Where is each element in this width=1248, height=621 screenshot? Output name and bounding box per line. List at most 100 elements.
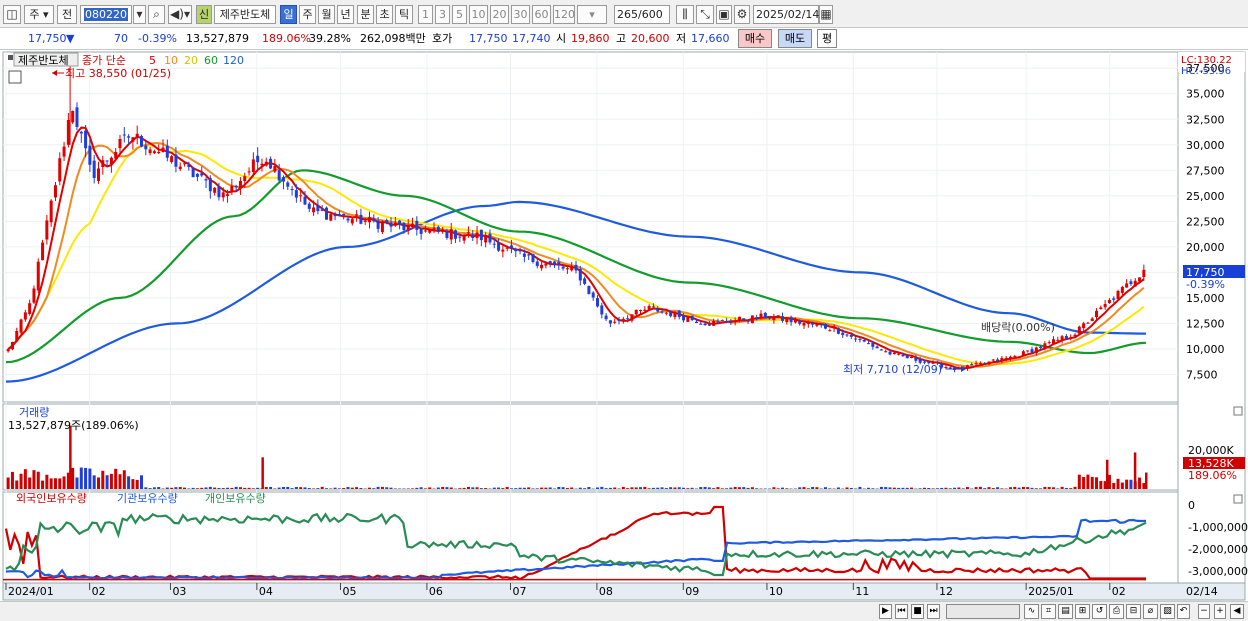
volume-bar [643, 486, 647, 489]
period-minute[interactable]: 분 [357, 5, 374, 24]
volume-bar [281, 486, 285, 489]
candle-body [776, 315, 780, 319]
candle-body [1052, 339, 1056, 344]
candle-body [669, 312, 673, 317]
chart-tool-icon-6[interactable]: ⎙ [1109, 604, 1124, 619]
chart-tool-icon-8[interactable]: ⌀ [1143, 604, 1158, 619]
interval-30[interactable]: 30 [511, 5, 530, 24]
candle-body [299, 195, 303, 197]
price-panel[interactable] [2, 51, 1179, 403]
candle-body [1099, 307, 1103, 310]
high-annotation: 최고 38,550 (01/25) [65, 67, 171, 80]
candle-body [32, 288, 36, 303]
interval-5[interactable]: 5 [452, 5, 467, 24]
volume-bar [419, 487, 423, 489]
chart-area[interactable]: 37,50035,00032,50030,00027,50025,00022,5… [0, 50, 1248, 601]
interval-10[interactable]: 10 [469, 5, 488, 24]
stock-name-field[interactable]: 제주반도체 [214, 5, 276, 24]
volume-bar [565, 488, 569, 489]
chart-tool-icon-3[interactable]: ▤ [1058, 604, 1073, 619]
interval-1[interactable]: 1 [418, 5, 433, 24]
candle-body [1017, 356, 1021, 358]
volume-bar [716, 487, 720, 489]
candle-body [170, 156, 174, 162]
candle-body [380, 222, 384, 232]
draw-tool-icon[interactable]: ⤡ [696, 5, 714, 24]
interval-20[interactable]: 20 [490, 5, 509, 24]
volume-panel[interactable] [2, 403, 1179, 491]
volume-bar [867, 487, 871, 489]
volume-bar [527, 487, 531, 489]
chart-tool-icon-2[interactable]: ⌗ [1041, 604, 1056, 619]
candle-body [359, 214, 363, 224]
volume-close-icon[interactable] [1233, 406, 1243, 416]
candle-body [1056, 339, 1060, 341]
period-second[interactable]: 초 [376, 5, 393, 24]
chart-tool-icon-7[interactable]: ⊟ [1126, 604, 1141, 619]
table-toggle-icon[interactable] [8, 70, 22, 84]
settings-gear-icon[interactable]: ⚙ [734, 5, 750, 24]
stop-icon[interactable]: ■ [911, 604, 924, 619]
undo-icon[interactable]: ↶ [1177, 604, 1190, 619]
candle-body [509, 245, 513, 249]
candle-body [1112, 298, 1116, 300]
interval-120[interactable]: 120 [553, 5, 575, 24]
period-week[interactable]: 주 [299, 5, 316, 24]
interval-60[interactable]: 60 [532, 5, 551, 24]
code-dropdown-icon[interactable]: ▾ [133, 5, 146, 24]
candle-body [1013, 356, 1017, 358]
chart-tool-icon-5[interactable]: ↺ [1092, 604, 1107, 619]
buy-button[interactable]: 매수 [738, 29, 772, 48]
candle-body [591, 292, 595, 298]
zoom-in-icon[interactable]: + [1214, 604, 1226, 619]
candle-body [651, 306, 655, 308]
interval-custom-select[interactable]: ▾ [577, 5, 607, 24]
chart-type-icon[interactable]: ⫼ [676, 5, 694, 24]
volume-bar [974, 487, 978, 489]
period-tick[interactable]: 틱 [395, 5, 413, 24]
period-day[interactable]: 일 [280, 5, 297, 24]
candle-body [802, 323, 806, 326]
calendar-icon[interactable]: ▦ [819, 5, 833, 24]
chart-tool-icon-4[interactable]: ⊞ [1075, 604, 1090, 619]
search-icon[interactable]: ⌕ [148, 5, 165, 24]
candle-body [1077, 326, 1081, 334]
candle-body [987, 361, 991, 365]
scroll-right-icon[interactable]: ▶ [879, 604, 892, 619]
candle-body [466, 232, 470, 234]
chart-tool-icon-9[interactable]: ▨ [1160, 604, 1175, 619]
current-change-tag: -0.39% [1186, 278, 1225, 291]
window-menu-icon[interactable]: ◫ [3, 5, 21, 24]
zoom-slider[interactable] [946, 604, 1020, 619]
count-field[interactable]: 265/600 [614, 5, 670, 24]
save-icon[interactable]: ▣ [716, 5, 732, 24]
scroll-left-icon[interactable]: ◀ [1230, 604, 1244, 619]
x-axis-label: 12 [939, 585, 953, 598]
period-year[interactable]: 년 [337, 5, 354, 24]
candle-body [41, 242, 45, 261]
holdings-close-icon[interactable] [1233, 494, 1243, 504]
holdings-y-tick-2: -2,000,000 [1188, 543, 1248, 556]
period-month[interactable]: 월 [318, 5, 335, 24]
zoom-out-icon[interactable]: − [1198, 604, 1210, 619]
average-button[interactable]: 평 [817, 29, 837, 48]
date-field[interactable]: 2025/02/14 [753, 5, 819, 24]
speaker-icon[interactable]: ◀)▾ [168, 5, 192, 24]
volume-bar [776, 488, 780, 489]
volume-bar [991, 488, 995, 489]
stock-code-input[interactable]: 080220 [80, 5, 132, 24]
sell-button[interactable]: 매도 [778, 29, 812, 48]
interval-3[interactable]: 3 [435, 5, 450, 24]
candle-body [333, 215, 337, 217]
first-page-icon[interactable]: ⏮ [895, 604, 908, 619]
chart-tool-icon-1[interactable]: ∿ [1024, 604, 1039, 619]
candle-body [411, 223, 415, 227]
range-select[interactable]: 전 [57, 5, 77, 24]
candle-body [436, 226, 440, 232]
panel-menu-icon[interactable] [8, 55, 13, 60]
market-select[interactable]: 주 ▾ [24, 5, 54, 24]
volume-bar [953, 487, 957, 489]
last-page-icon[interactable]: ⏭ [927, 604, 940, 619]
dividend-annotation: 배당락(0.00%) [981, 321, 1055, 334]
volume-bar [639, 487, 643, 489]
